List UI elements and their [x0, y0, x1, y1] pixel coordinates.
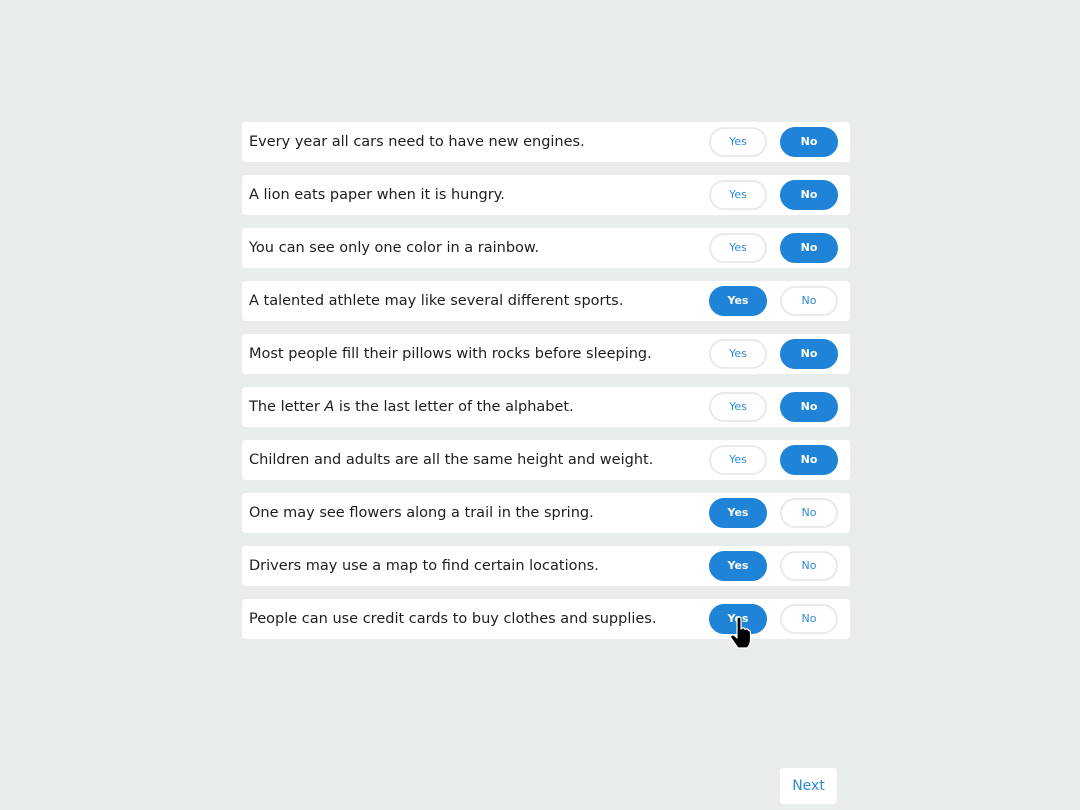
no-button[interactable]: No — [780, 233, 838, 263]
question-row: One may see flowers along a trail in the… — [242, 493, 850, 533]
yes-button[interactable]: Yes — [709, 180, 767, 210]
question-text: Drivers may use a map to find certain lo… — [249, 558, 599, 574]
no-button[interactable]: No — [780, 604, 838, 634]
no-button[interactable]: No — [780, 498, 838, 528]
question-text: Children and adults are all the same hei… — [249, 452, 654, 468]
yes-button[interactable]: Yes — [709, 445, 767, 475]
question-text: One may see flowers along a trail in the… — [249, 505, 594, 521]
no-button[interactable]: No — [780, 286, 838, 316]
question-row: Children and adults are all the same hei… — [242, 440, 850, 480]
question-text: A lion eats paper when it is hungry. — [249, 187, 505, 203]
no-button[interactable]: No — [780, 551, 838, 581]
question-row: People can use credit cards to buy cloth… — [242, 599, 850, 639]
quiz-list: Every year all cars need to have new eng… — [242, 122, 850, 652]
question-text: Most people fill their pillows with rock… — [249, 346, 652, 362]
yes-button[interactable]: Yes — [709, 233, 767, 263]
yes-button[interactable]: Yes — [709, 339, 767, 369]
question-row: Every year all cars need to have new eng… — [242, 122, 850, 162]
no-button[interactable]: No — [780, 180, 838, 210]
question-text: A talented athlete may like several diff… — [249, 293, 624, 309]
question-row: The letter A is the last letter of the a… — [242, 387, 850, 427]
question-row: A lion eats paper when it is hungry. Yes… — [242, 175, 850, 215]
yes-button[interactable]: Yes — [709, 604, 767, 634]
question-row: A talented athlete may like several diff… — [242, 281, 850, 321]
yes-button[interactable]: Yes — [709, 498, 767, 528]
question-text: The letter A is the last letter of the a… — [249, 399, 574, 415]
yes-button[interactable]: Yes — [709, 551, 767, 581]
no-button[interactable]: No — [780, 445, 838, 475]
no-button[interactable]: No — [780, 339, 838, 369]
question-text: You can see only one color in a rainbow. — [249, 240, 540, 256]
emphasized-letter: A — [324, 399, 335, 415]
no-button[interactable]: No — [780, 127, 838, 157]
question-row: Most people fill their pillows with rock… — [242, 334, 850, 374]
question-text: Every year all cars need to have new eng… — [249, 134, 585, 150]
question-row: Drivers may use a map to find certain lo… — [242, 546, 850, 586]
next-button[interactable]: Next — [780, 768, 837, 804]
question-row: You can see only one color in a rainbow.… — [242, 228, 850, 268]
question-text: People can use credit cards to buy cloth… — [249, 611, 657, 627]
no-button[interactable]: No — [780, 392, 838, 422]
yes-button[interactable]: Yes — [709, 286, 767, 316]
yes-button[interactable]: Yes — [709, 392, 767, 422]
yes-button[interactable]: Yes — [709, 127, 767, 157]
